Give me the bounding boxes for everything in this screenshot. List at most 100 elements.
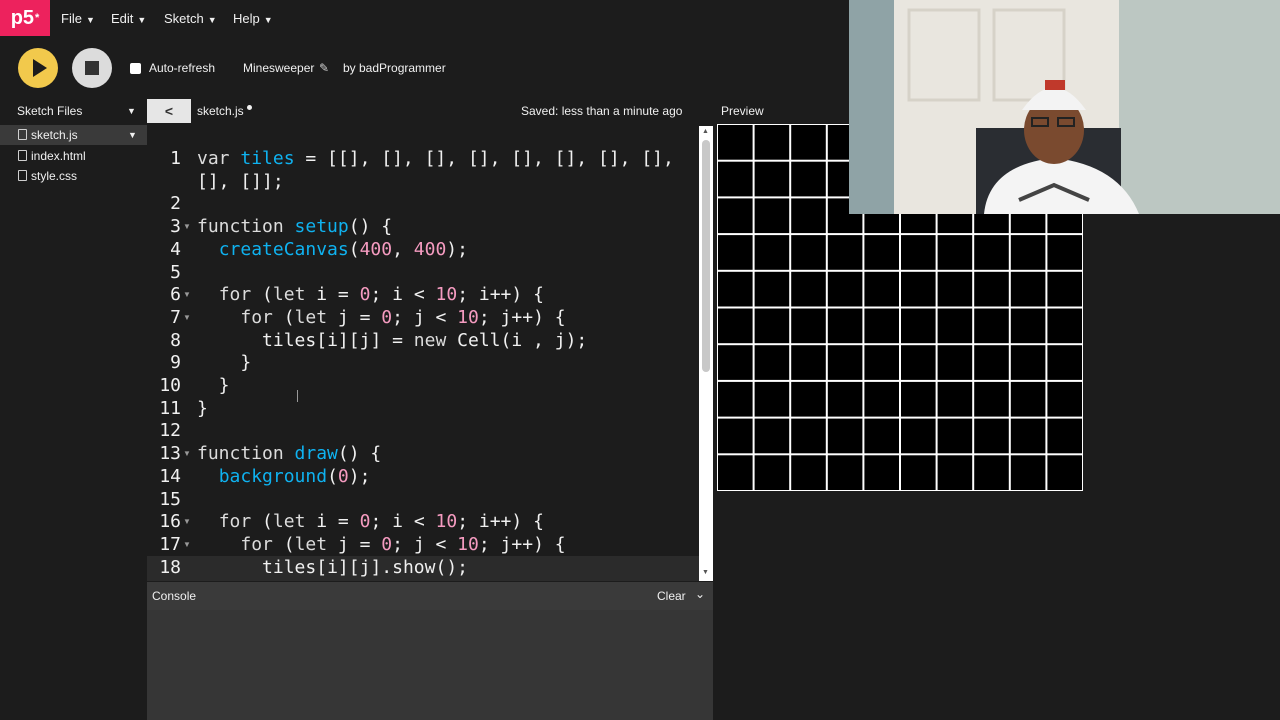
webcam-overlay [849, 0, 1280, 214]
grid-cell [864, 455, 899, 490]
preview-label: Preview [721, 104, 764, 118]
menu-file[interactable]: File ▼ [61, 11, 95, 26]
chevron-down-icon: ▼ [137, 15, 147, 25]
fold-arrow-icon[interactable]: ▼ [183, 313, 191, 322]
grid-cell [754, 198, 790, 234]
menu-help-label: Help [233, 11, 260, 26]
grid-cell [937, 455, 973, 490]
file-name: sketch.js [31, 128, 78, 142]
auto-refresh-checkbox[interactable] [130, 62, 141, 74]
grid-cell [827, 418, 863, 454]
grid-cell [901, 235, 936, 270]
code-line[interactable]: tiles[i][j].show(); [197, 557, 468, 578]
sidebar-item-sketch-js[interactable]: sketch.js ▼ [0, 125, 147, 145]
chevron-down-icon[interactable]: ▼ [128, 130, 137, 140]
fold-arrow-icon[interactable]: ▼ [183, 540, 191, 549]
console-title: Console [152, 589, 197, 603]
line-number: 15 [159, 488, 181, 510]
sketch-owner[interactable]: by badProgrammer [343, 61, 446, 75]
grid-cell [901, 271, 936, 307]
file-icon [18, 129, 27, 140]
chevron-down-icon[interactable]: ⌄ [695, 587, 705, 601]
grid-cell [791, 198, 826, 234]
editor-scrollbar[interactable]: ▲ ▼ [699, 126, 713, 581]
grid-cell [974, 235, 1009, 270]
menu-sketch[interactable]: Sketch ▼ [164, 11, 217, 26]
console-output[interactable] [147, 610, 713, 720]
auto-refresh-toggle[interactable]: Auto-refresh [130, 61, 215, 75]
code-line[interactable]: function setup() { [197, 216, 392, 237]
grid-cell [937, 271, 973, 307]
fold-arrow-icon[interactable]: ▼ [183, 517, 191, 526]
console-clear-button[interactable]: Clear [657, 589, 686, 603]
grid-cell [901, 381, 936, 417]
chevron-down-icon[interactable]: ▼ [127, 106, 136, 116]
scroll-down-icon[interactable]: ▼ [702, 569, 709, 576]
grid-cell [937, 381, 973, 417]
line-number: 3 [170, 216, 181, 238]
grid-cell [974, 345, 1009, 380]
grid-cell [1010, 308, 1046, 344]
sidebar-item-style-css[interactable]: style.css [0, 166, 147, 186]
line-number: 16 [159, 511, 181, 533]
code-line[interactable]: function draw() { [197, 443, 381, 464]
code-line[interactable]: var tiles = [[], [], [], [], [], [], [],… [197, 148, 674, 169]
grid-cell [864, 235, 899, 270]
editor-tab[interactable]: sketch.js [197, 104, 244, 118]
sketch-name[interactable]: Minesweeper [243, 61, 314, 75]
grid-cell [754, 308, 790, 344]
line-number: 1 [170, 148, 181, 169]
grid-cell [791, 271, 826, 307]
code-line[interactable]: for (let j = 0; j < 10; j++) { [197, 307, 565, 328]
sidebar-item-index-html[interactable]: index.html [0, 146, 147, 166]
grid-cell [718, 271, 753, 307]
grid-cell [1010, 235, 1046, 270]
fold-arrow-icon[interactable]: ▼ [183, 222, 191, 231]
code-line[interactable]: createCanvas(400, 400); [197, 239, 468, 260]
pencil-icon[interactable]: ✎ [319, 61, 329, 75]
grid-cell [1047, 345, 1082, 380]
grid-cell [974, 418, 1009, 454]
fold-arrow-icon[interactable]: ▼ [183, 290, 191, 299]
collapse-sidebar-button[interactable]: < [147, 99, 191, 123]
code-editor[interactable]: 1 var tiles = [[], [], [], [], [], [], []… [147, 126, 699, 581]
line-number: 13 [159, 443, 181, 465]
grid-cell [1010, 455, 1046, 490]
code-line[interactable]: background(0); [197, 466, 371, 487]
p5-logo: p5 * [0, 0, 50, 36]
auto-refresh-label: Auto-refresh [149, 61, 216, 75]
code-line[interactable]: tiles[i][j] = new Cell(i , j); [197, 330, 587, 351]
grid-cell [718, 381, 753, 417]
code-line[interactable]: for (let j = 0; j < 10; j++) { [197, 534, 565, 555]
code-line[interactable]: for (let i = 0; i < 10; i++) { [197, 284, 544, 305]
line-number: 4 [170, 238, 181, 260]
chevron-down-icon: ▼ [207, 15, 217, 25]
grid-cell [754, 381, 790, 417]
code-line[interactable]: [], []]; [197, 171, 284, 192]
grid-cell [754, 161, 790, 197]
code-line[interactable]: } [197, 375, 230, 396]
scroll-up-icon[interactable]: ▲ [702, 128, 709, 135]
code-line[interactable]: } [197, 398, 208, 419]
scrollbar-thumb[interactable] [702, 140, 710, 372]
grid-cell [791, 345, 826, 380]
menu-edit[interactable]: Edit ▼ [111, 11, 146, 26]
menu-sketch-label: Sketch [164, 11, 204, 26]
menu-file-label: File [61, 11, 82, 26]
grid-cell [937, 308, 973, 344]
code-line[interactable]: for (let i = 0; i < 10; i++) { [197, 511, 544, 532]
play-button[interactable] [18, 48, 58, 88]
line-number: 6 [170, 284, 181, 306]
grid-cell [1010, 271, 1046, 307]
grid-cell [718, 455, 753, 490]
fold-arrow-icon[interactable]: ▼ [183, 449, 191, 458]
stop-button[interactable] [72, 48, 112, 88]
code-line[interactable]: } [197, 352, 251, 373]
menu-help[interactable]: Help ▼ [233, 11, 273, 26]
grid-cell [827, 308, 863, 344]
grid-cell [864, 271, 899, 307]
grid-cell [754, 125, 790, 160]
line-number: 11 [159, 397, 181, 419]
grid-cell [901, 455, 936, 490]
grid-cell [754, 455, 790, 490]
